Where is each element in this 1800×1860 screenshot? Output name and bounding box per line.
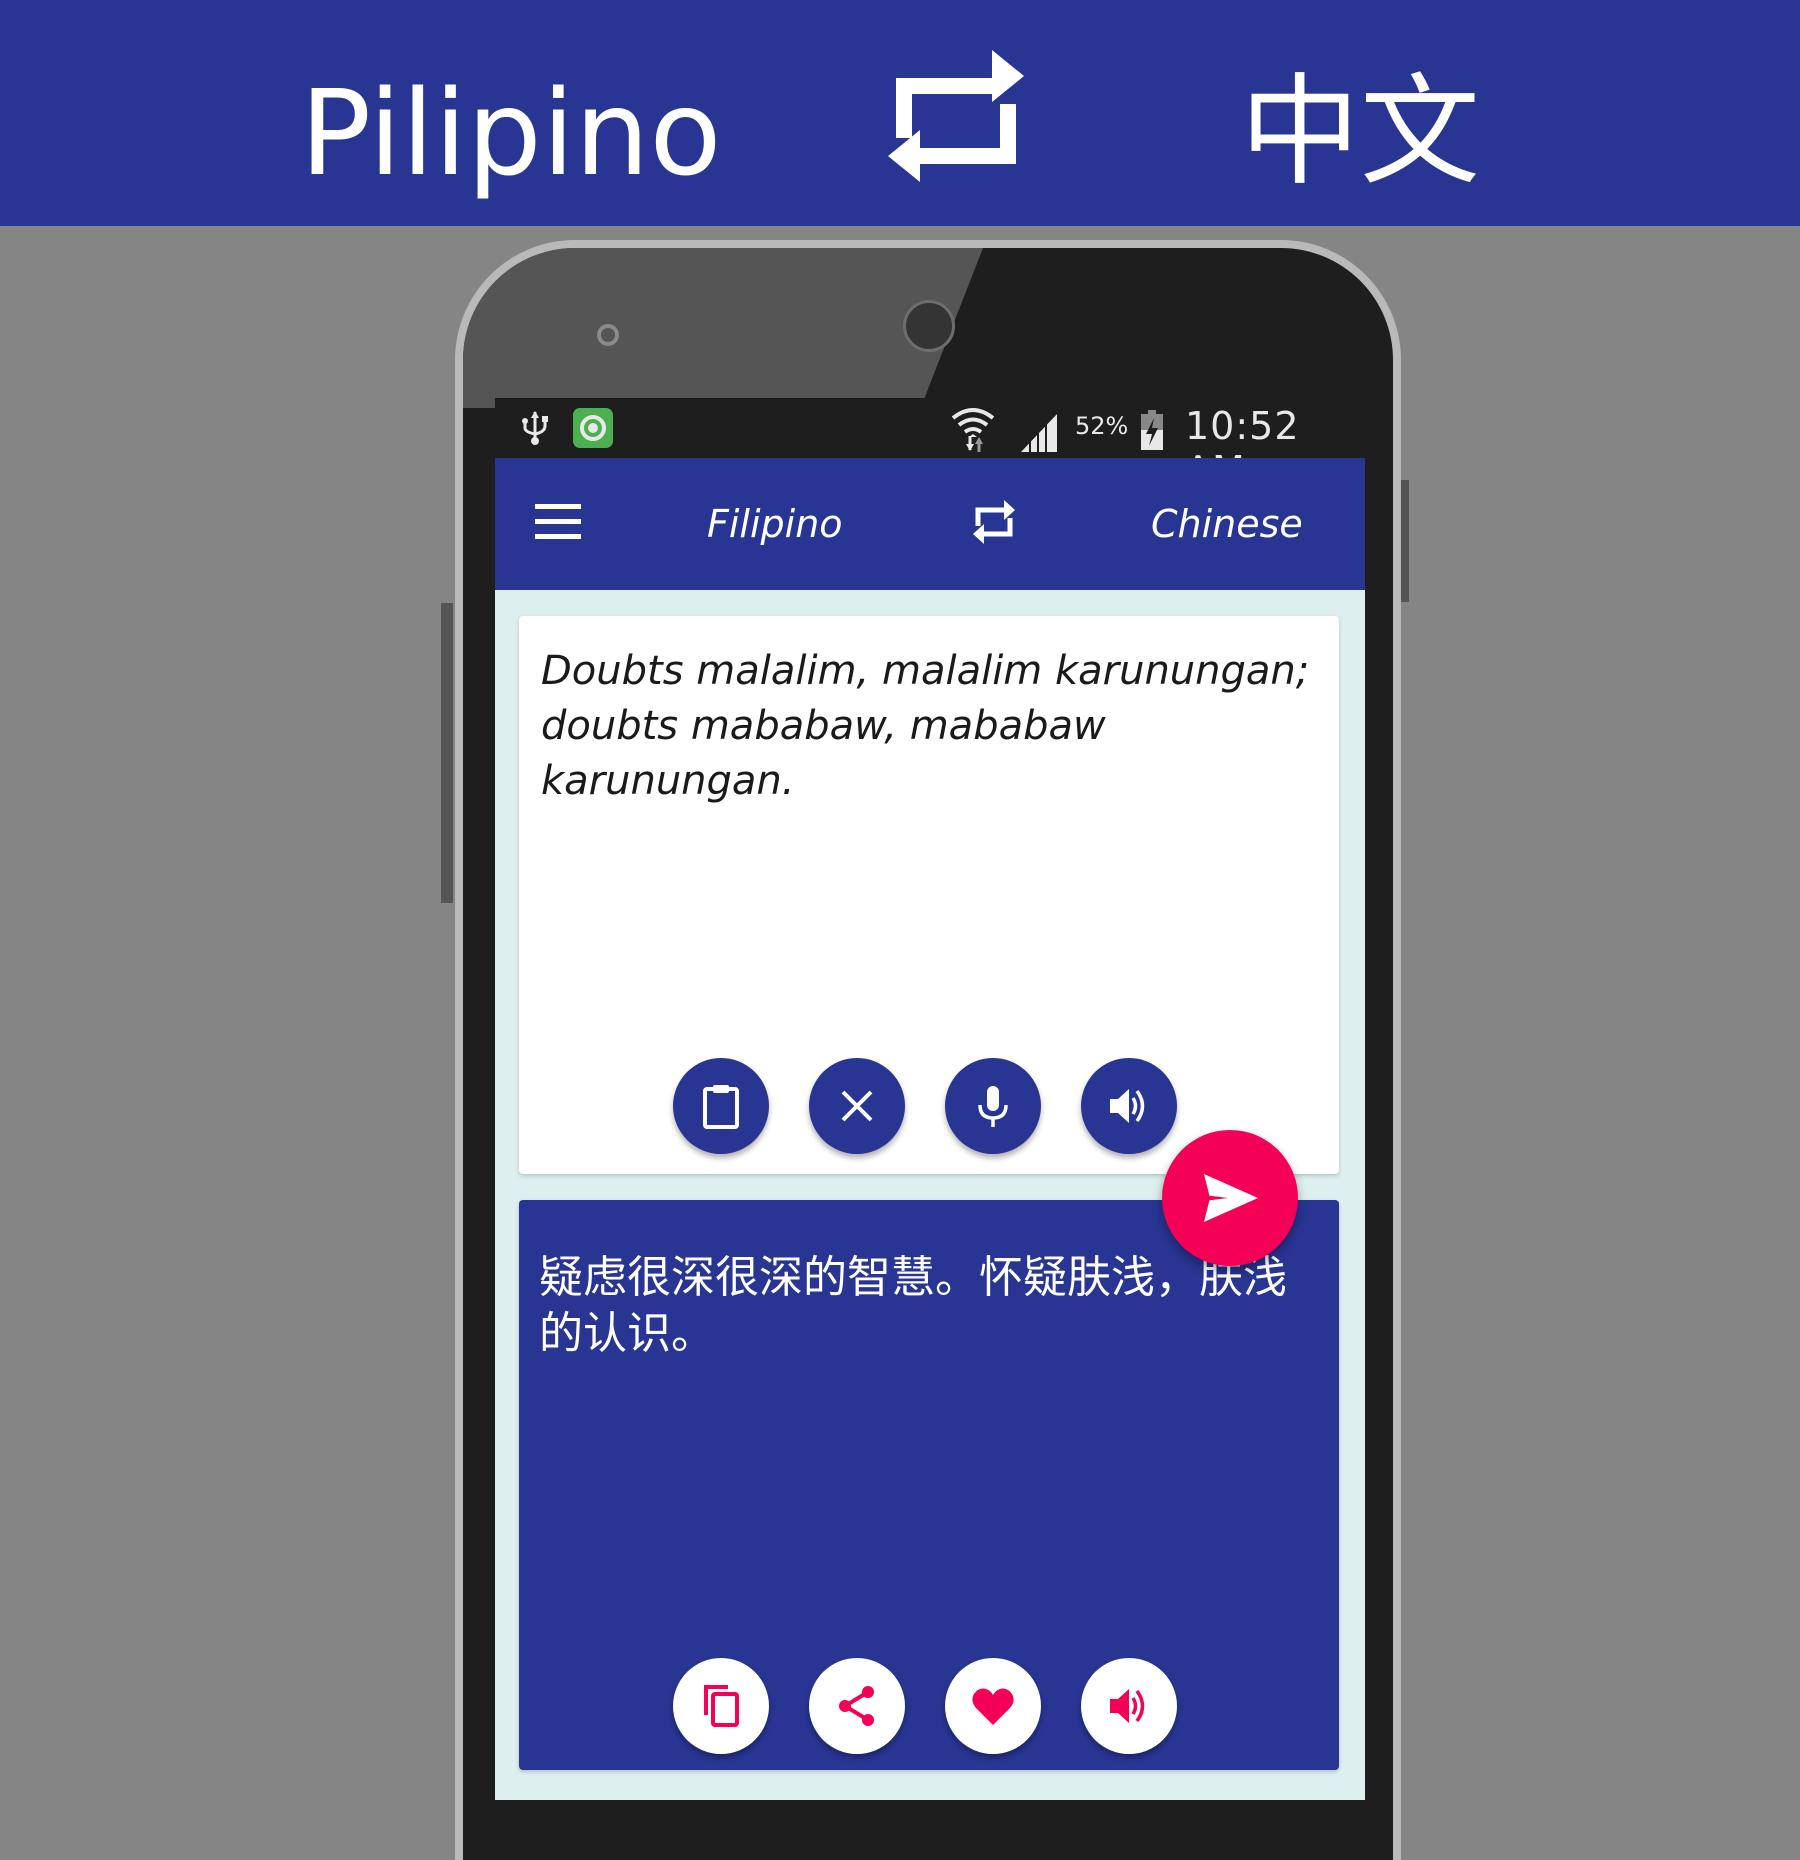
hamburger-menu-icon[interactable] <box>535 504 581 540</box>
voice-input-button[interactable] <box>945 1058 1041 1154</box>
copy-icon <box>704 1685 739 1727</box>
phone-sensor <box>597 324 619 346</box>
favorite-button[interactable] <box>945 1658 1041 1754</box>
share-button[interactable] <box>809 1658 905 1754</box>
speaker-icon <box>1110 1689 1145 1723</box>
source-language-selector[interactable]: Filipino <box>707 502 843 546</box>
promo-banner: Pilipino 中文 <box>0 0 1800 226</box>
phone-volume-button <box>441 603 453 903</box>
input-card: Doubts malalim, malalim karunungan; doub… <box>519 616 1339 1174</box>
translate-button[interactable] <box>1162 1130 1298 1266</box>
share-icon <box>839 1686 874 1726</box>
output-card: 疑虑很深很深的智慧。怀疑肤浅，肤浅的认识。 <box>519 1200 1339 1770</box>
close-icon <box>841 1090 873 1122</box>
translated-text: 疑虑很深很深的智慧。怀疑肤浅，肤浅的认识。 <box>539 1252 1287 1359</box>
speak-source-button[interactable] <box>1081 1058 1177 1154</box>
banner-target-language: 中文 <box>1240 63 1480 202</box>
heart-icon <box>972 1688 1014 1725</box>
usb-icon <box>522 411 548 445</box>
speaker-icon <box>1110 1089 1145 1123</box>
clear-button[interactable] <box>809 1058 905 1154</box>
swap-languages-button[interactable] <box>973 498 1015 546</box>
app-screen: 52% 10:52 AM Filipino Chinese Doubts mal… <box>495 398 1365 1800</box>
battery-charging-icon <box>1141 410 1163 450</box>
signal-icon <box>1021 414 1057 452</box>
clipboard-icon <box>703 1085 739 1129</box>
speak-translation-button[interactable] <box>1081 1658 1177 1754</box>
phone-power-button <box>1401 480 1409 602</box>
phone-camera <box>903 300 955 352</box>
microphone-icon <box>978 1086 1008 1127</box>
banner-source-language: Pilipino <box>300 64 722 202</box>
app-notification-icon <box>573 408 613 448</box>
target-language-selector[interactable]: Chinese <box>1151 502 1303 546</box>
battery-percentage: 52% <box>1075 412 1129 440</box>
status-bar: 52% 10:52 AM <box>495 398 1365 492</box>
source-text-input[interactable]: Doubts malalim, malalim karunungan; doub… <box>541 644 1331 809</box>
copy-button[interactable] <box>673 1658 769 1754</box>
swap-arrows-icon <box>888 50 1024 182</box>
app-bar: Filipino Chinese <box>495 458 1365 590</box>
wifi-icon <box>951 408 995 452</box>
send-icon <box>1204 1174 1258 1222</box>
paste-button[interactable] <box>673 1058 769 1154</box>
